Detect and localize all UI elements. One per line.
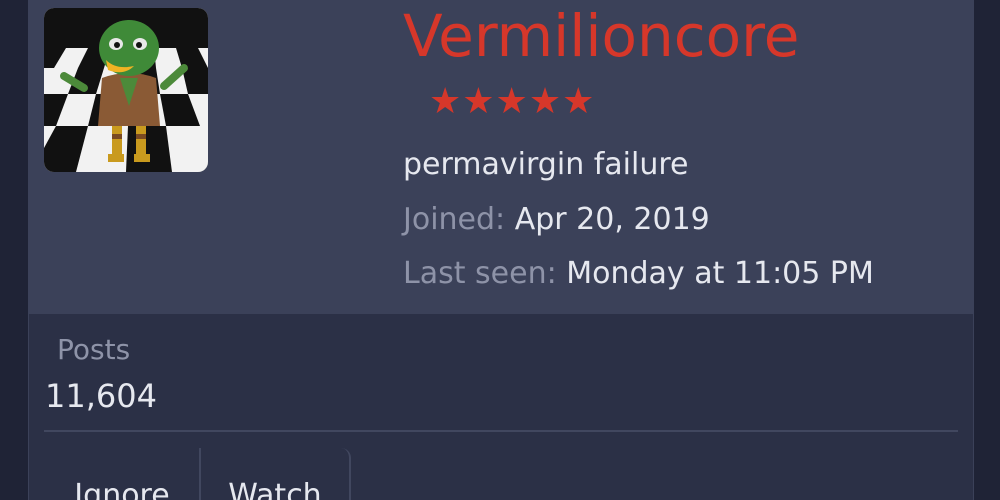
user-title: permavirgin failure	[403, 147, 689, 182]
avatar-image	[44, 8, 208, 172]
posts-count[interactable]: 11,604	[45, 374, 157, 418]
username[interactable]: Vermilioncore	[403, 0, 799, 72]
joined-label: Joined:	[403, 202, 506, 237]
joined-value: Apr 20, 2019	[514, 202, 710, 237]
joined-row: Joined: Apr 20, 2019	[403, 200, 710, 240]
last-seen-row: Last seen: Monday at 11:05 PM	[403, 254, 874, 294]
member-card: Vermilioncore ★★★★★ permavirgin failure …	[28, 0, 974, 500]
last-seen-label: Last seen:	[403, 256, 557, 291]
member-header: Vermilioncore ★★★★★ permavirgin failure …	[29, 0, 973, 314]
watch-button[interactable]: Watch	[201, 448, 351, 500]
divider	[44, 430, 958, 432]
posts-label: Posts	[57, 333, 131, 366]
avatar[interactable]	[44, 8, 208, 172]
rating-stars: ★★★★★	[429, 81, 596, 122]
last-seen-value: Monday at 11:05 PM	[566, 256, 874, 291]
profile-page: Vermilioncore ★★★★★ permavirgin failure …	[0, 0, 1000, 500]
ignore-button[interactable]: Ignore	[45, 448, 201, 500]
